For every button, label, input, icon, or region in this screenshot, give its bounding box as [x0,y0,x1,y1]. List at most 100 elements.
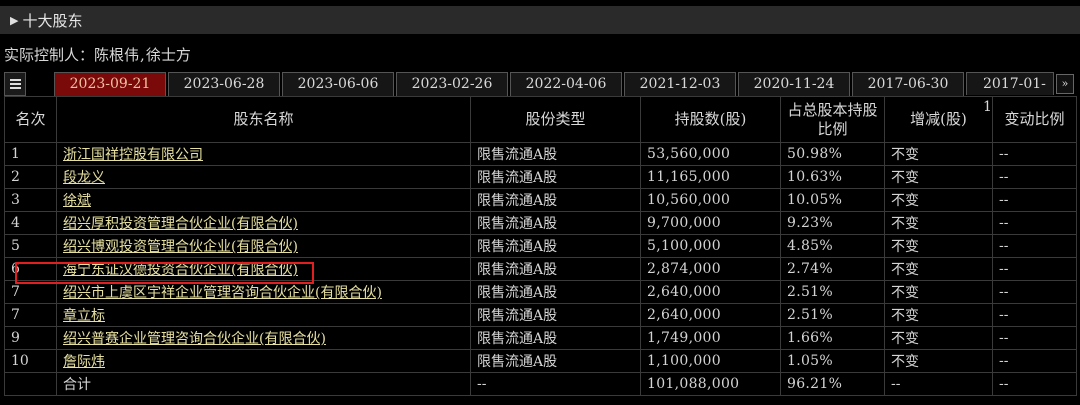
rank-cell: 2 [4,165,57,189]
change-ratio-cell: -- [992,372,1077,396]
shareholder-name-cell: 徐斌 [56,188,471,212]
table-row: 7 章立标 限售流通A股 2,640,000 2.51% 不变 -- [4,303,1077,327]
shareholder-link[interactable]: 绍兴厚积投资管理合伙企业(有限合伙) [63,216,298,232]
controller-name: 徐士方 [145,46,191,64]
rank-cell: 5 [4,234,57,258]
shares-cell: 2,874,000 [640,257,781,281]
triangle-right-icon[interactable]: ▶ [10,14,18,27]
header-rank[interactable]: 名次 [4,96,57,143]
shares-cell: 10,560,000 [640,188,781,212]
tab-2023-06-28[interactable]: 2023-06-28 [168,72,280,96]
change-cell: 不变 [884,280,993,304]
share-type-cell: 限售流通A股 [470,349,641,373]
ratio-cell: 96.21% [780,372,885,396]
shareholder-link[interactable]: 浙江国祥控股有限公司 [63,147,203,163]
ratio-cell: 2.51% [780,303,885,327]
double-chevron-right-icon[interactable]: » [1056,74,1074,94]
shareholder-name-cell: 绍兴博观投资管理合伙企业(有限合伙) [56,234,471,258]
shareholder-name-cell: 绍兴厚积投资管理合伙企业(有限合伙) [56,211,471,235]
share-type-cell: 限售流通A股 [470,326,641,350]
tab-2017-06-30[interactable]: 2017-06-30 [852,72,964,96]
shareholder-name-cell: 詹际炜 [56,349,471,373]
rank-cell: 4 [4,211,57,235]
ratio-cell: 1.05% [780,349,885,373]
tab-2023-06-06[interactable]: 2023-06-06 [282,72,394,96]
shareholder-link[interactable]: 绍兴博观投资管理合伙企业(有限合伙) [63,239,298,255]
shareholder-link[interactable]: 绍兴普赛企业管理咨询合伙企业(有限合伙) [63,331,326,347]
tab-2023-09-21[interactable]: 2023-09-21 [54,72,166,96]
table-header-row: 名次 股东名称 股份类型 持股数(股) 占总股本持股 比例 增减(股) 变动比例 [4,96,1077,143]
change-cell: 不变 [884,188,993,212]
shares-cell: 2,640,000 [640,303,781,327]
total-label-cell: 合计 [56,372,471,396]
shares-cell: 101,088,000 [640,372,781,396]
change-ratio-cell: -- [992,142,1077,166]
change-cell: 不变 [884,234,993,258]
shareholder-link[interactable]: 徐斌 [63,193,91,209]
table-row: 9 绍兴普赛企业管理咨询合伙企业(有限合伙) 限售流通A股 1,749,000 1.66… [4,326,1077,350]
change-ratio-cell: -- [992,326,1077,350]
controller-name: 陈根伟 [94,46,140,64]
tab-2021-12-03[interactable]: 2021-12-03 [624,72,736,96]
change-ratio-cell: -- [992,257,1077,281]
change-cell: 不变 [884,211,993,235]
table-row: 3 徐斌 限售流通A股 10,560,000 10.05% 不变 -- [4,188,1077,212]
shareholder-name-cell: 绍兴市上虞区宇祥企业管理咨询合伙企业(有限合伙) [56,280,471,304]
shareholder-link[interactable]: 海宁东证汉德投资合伙企业(有限合伙) [63,262,298,278]
shareholder-link[interactable]: 詹际炜 [63,354,105,370]
ratio-cell: 2.51% [780,280,885,304]
header-change[interactable]: 增减(股) [884,96,993,143]
list-view-button[interactable] [4,72,26,96]
change-ratio-cell: -- [992,188,1077,212]
header-ratio[interactable]: 占总股本持股 比例 [780,96,885,143]
shareholder-name-cell: 绍兴普赛企业管理咨询合伙企业(有限合伙) [56,326,471,350]
shareholder-link[interactable]: 章立标 [63,308,105,324]
change-cell: 不变 [884,349,993,373]
rank-cell: 3 [4,188,57,212]
shares-cell: 53,560,000 [640,142,781,166]
header-change-ratio[interactable]: 变动比例 [992,96,1077,143]
tab-2017-01[interactable]: 2017-01-1 [966,72,1054,115]
share-type-cell: 限售流通A股 [470,142,641,166]
table-row: 7 绍兴市上虞区宇祥企业管理咨询合伙企业(有限合伙) 限售流通A股 2,640,000… [4,280,1077,304]
header-shares[interactable]: 持股数(股) [640,96,781,143]
tab-2020-11-24[interactable]: 2020-11-24 [738,72,850,96]
rank-cell [4,372,57,396]
table-row: 6 海宁东证汉德投资合伙企业(有限合伙) 限售流通A股 2,874,000 2.74% 不… [4,257,1077,281]
ratio-cell: 9.23% [780,211,885,235]
share-type-cell: 限售流通A股 [470,234,641,258]
share-type-cell: 限售流通A股 [470,257,641,281]
header-ratio-line2: 比例 [817,119,848,138]
ratio-cell: 2.74% [780,257,885,281]
change-ratio-cell: -- [992,303,1077,327]
share-type-cell: 限售流通A股 [470,303,641,327]
shareholder-name-cell: 段龙义 [56,165,471,189]
change-cell: 不变 [884,303,993,327]
header-name[interactable]: 股东名称 [56,96,471,143]
actual-controller: 实际控制人：陈根伟,徐士方 [4,46,191,64]
change-cell: -- [884,372,993,396]
shareholder-link[interactable]: 段龙义 [63,170,105,186]
tab-2022-04-06[interactable]: 2022-04-06 [510,72,622,96]
shares-cell: 11,165,000 [640,165,781,189]
change-cell: 不变 [884,142,993,166]
change-cell: 不变 [884,165,993,189]
share-type-cell: 限售流通A股 [470,211,641,235]
shares-cell: 1,749,000 [640,326,781,350]
rank-cell: 6 [4,257,57,281]
table-row: 4 绍兴厚积投资管理合伙企业(有限合伙) 限售流通A股 9,700,000 9.23% 不… [4,211,1077,235]
rank-cell: 10 [4,349,57,373]
table-row: 10 詹际炜 限售流通A股 1,100,000 1.05% 不变 -- [4,349,1077,373]
section-header[interactable]: ▶ 十大股东 [0,6,1080,34]
header-type[interactable]: 股份类型 [470,96,641,143]
shareholder-link[interactable]: 绍兴市上虞区宇祥企业管理咨询合伙企业(有限合伙) [63,285,382,301]
rank-cell: 7 [4,303,57,327]
ratio-cell: 10.05% [780,188,885,212]
rank-cell: 1 [4,142,57,166]
ratio-cell: 10.63% [780,165,885,189]
table-row: 2 段龙义 限售流通A股 11,165,000 10.63% 不变 -- [4,165,1077,189]
total-row: 合计 -- 101,088,000 96.21% -- -- [4,372,1077,396]
change-ratio-cell: -- [992,349,1077,373]
shareholder-name-cell: 海宁东证汉德投资合伙企业(有限合伙) [56,257,471,281]
tab-2023-02-26[interactable]: 2023-02-26 [396,72,508,96]
